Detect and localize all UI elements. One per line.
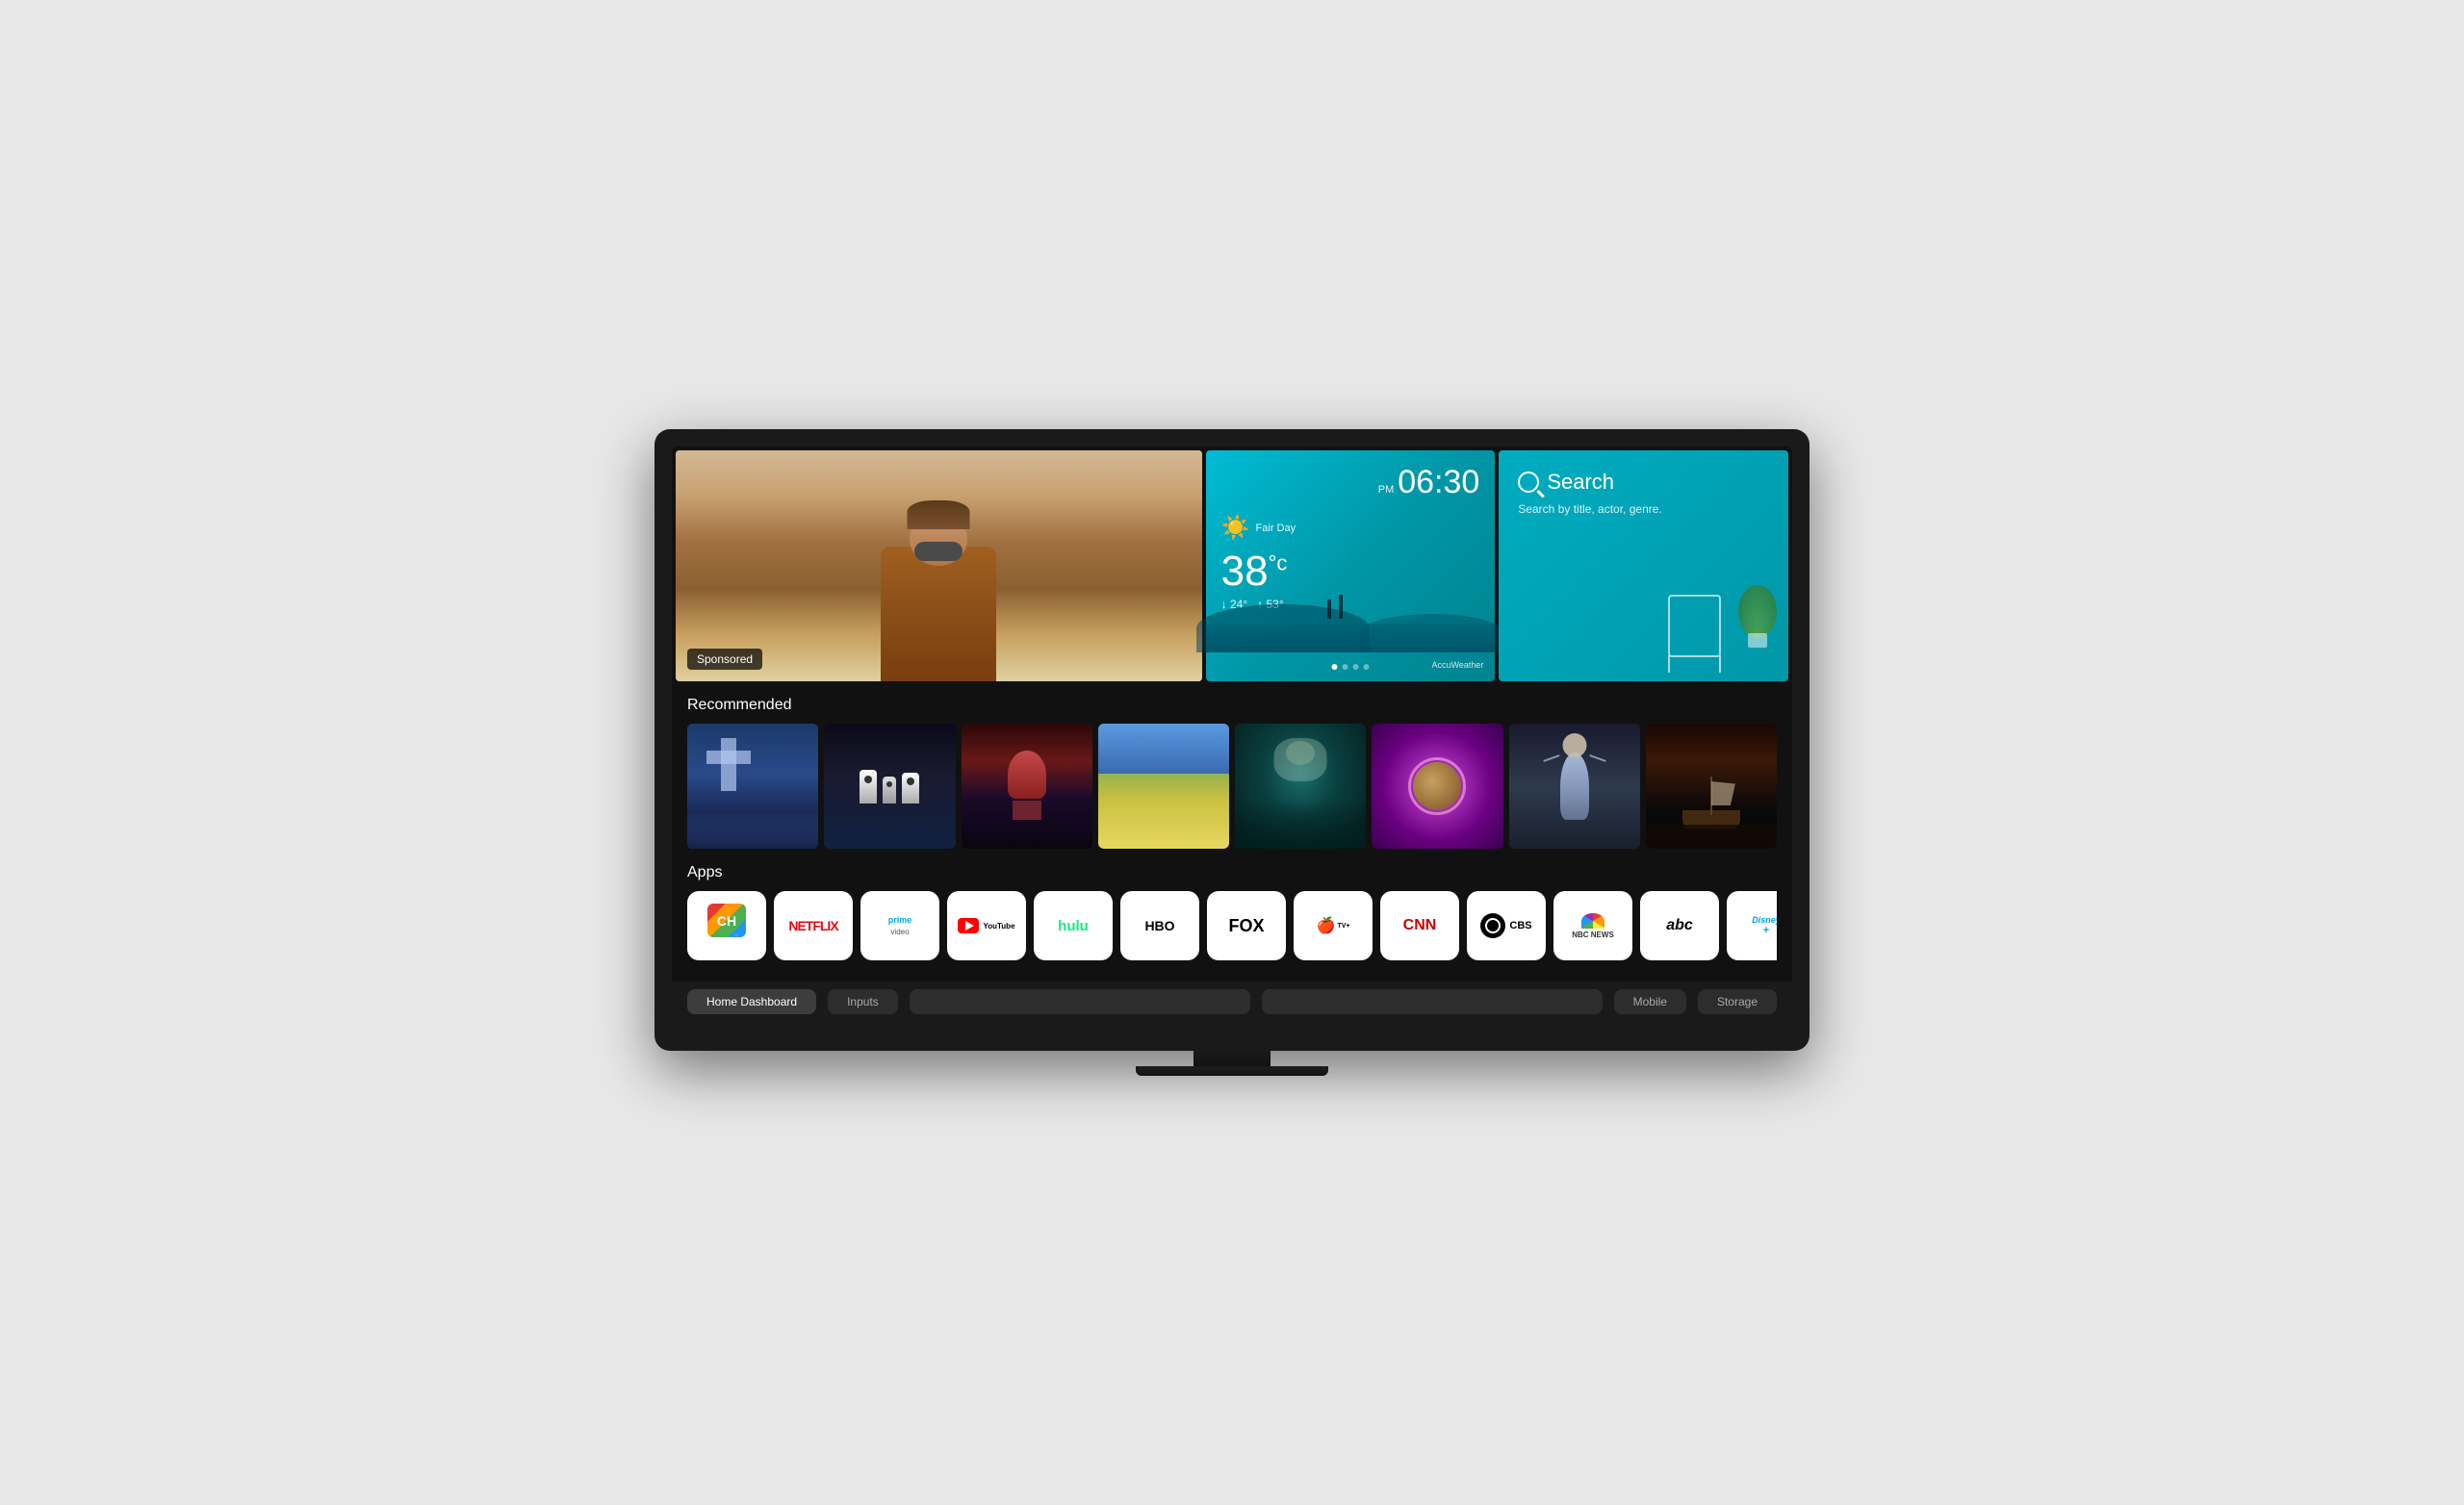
app-cbs[interactable]: CBS (1467, 891, 1546, 960)
rec-item[interactable] (1235, 724, 1366, 849)
sun-icon: ☀️ (1221, 514, 1250, 542)
temp-unit: °c (1269, 550, 1288, 574)
app-disney[interactable]: Disney + (1727, 891, 1777, 960)
app-appletv[interactable]: 🍎 TV+ (1294, 891, 1373, 960)
weather-card[interactable]: PM 06:30 ☀️ Fair Day 38°c ↓ 24° ↑ 53° (1206, 450, 1496, 681)
app-hbo[interactable]: HBO (1120, 891, 1199, 960)
hbo-logo: HBO (1144, 918, 1174, 933)
apps-title: Apps (687, 864, 1777, 881)
rec-item[interactable] (1509, 724, 1640, 849)
app-youtube[interactable]: YouTube (947, 891, 1026, 960)
app-cnn[interactable]: CNN (1380, 891, 1459, 960)
app-fox[interactable]: FOX (1207, 891, 1286, 960)
weather-condition: ☀️ Fair Day (1221, 514, 1480, 542)
cnn-logo: CNN (1403, 917, 1437, 934)
rec-item[interactable] (1646, 724, 1777, 849)
nbc-peacock: NBC NEWS (1572, 913, 1614, 939)
search-subtitle: Search by title, actor, genre. (1518, 502, 1769, 516)
nav-4[interactable] (1262, 989, 1603, 1014)
nav-home[interactable]: Home Dashboard (687, 989, 816, 1014)
plant-decoration (1735, 585, 1779, 643)
rec-item[interactable] (687, 724, 818, 849)
app-prime[interactable]: prime video (860, 891, 939, 960)
rec-item[interactable] (824, 724, 955, 849)
apps-section: Apps CH + (687, 864, 1777, 960)
rec-item[interactable] (1372, 724, 1502, 849)
rec-item[interactable] (962, 724, 1092, 849)
search-row: Search (1518, 470, 1769, 495)
abc-logo: abc (1666, 917, 1693, 934)
cbs-text: CBS (1509, 920, 1531, 931)
recommended-title: Recommended (687, 697, 1777, 714)
app-ch[interactable]: CH + (687, 891, 766, 960)
tv-base (1136, 1066, 1328, 1076)
tv-neck (1194, 1051, 1270, 1066)
search-card[interactable]: Search Search by title, actor, genre. (1499, 450, 1788, 681)
app-netflix[interactable]: NETFLIX (774, 891, 853, 960)
hulu-logo: hulu (1058, 918, 1089, 934)
weather-condition-text: Fair Day (1256, 523, 1296, 534)
nav-mobile[interactable]: Mobile (1614, 989, 1686, 1014)
tv-frame: Sponsored PM 06:30 ☀️ Fair Day 38°c (654, 429, 1810, 1051)
hero-main[interactable]: Sponsored (676, 450, 1202, 681)
nav-inputs[interactable]: Inputs (828, 989, 898, 1014)
disney-logo: Disney (1752, 915, 1777, 925)
rec-item[interactable] (1098, 724, 1229, 849)
weather-period: PM (1378, 484, 1395, 496)
chair-decoration (1668, 595, 1721, 657)
youtube-text: YouTube (983, 922, 1014, 931)
nav-3[interactable] (910, 989, 1250, 1014)
weather-scene (1206, 575, 1496, 652)
fox-logo: FOX (1228, 916, 1264, 936)
search-title: Search (1547, 470, 1614, 495)
apps-grid: CH + NETFLIX (687, 891, 1777, 960)
app-hulu[interactable]: hulu (1034, 891, 1113, 960)
nav-storage[interactable]: Storage (1698, 989, 1777, 1014)
app-nbc[interactable]: NBC NEWS (1553, 891, 1632, 960)
hero-section: Sponsored PM 06:30 ☀️ Fair Day 38°c (672, 446, 1792, 685)
weather-dots (1331, 664, 1369, 670)
sponsored-badge: Sponsored (687, 649, 762, 670)
recommended-section: Recommended (687, 697, 1777, 849)
app-abc[interactable]: abc (1640, 891, 1719, 960)
weather-time: 06:30 (1398, 466, 1479, 498)
tv-screen: Sponsored PM 06:30 ☀️ Fair Day 38°c (672, 446, 1792, 1022)
recommended-grid (687, 724, 1777, 849)
bottom-nav: Home Dashboard Inputs Mobile Storage (672, 982, 1792, 1022)
apple-icon: 🍎 (1317, 916, 1336, 935)
netflix-logo: NETFLIX (788, 918, 837, 933)
content-area: Recommended (672, 685, 1792, 982)
accu-badge: AccuWeather (1431, 660, 1483, 670)
